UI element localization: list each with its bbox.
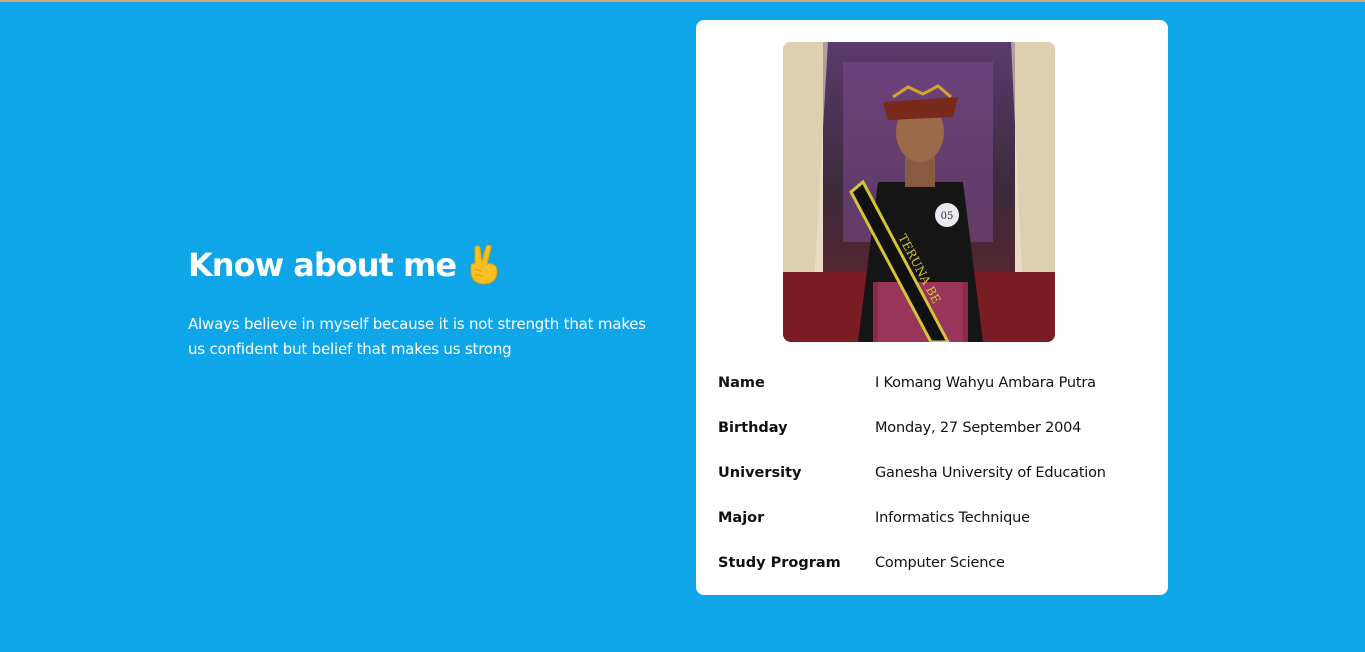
section-title: Know about me [188, 240, 648, 290]
info-label: Birthday [718, 419, 788, 436]
intro-section: Know about me Always believe in myself b… [188, 240, 648, 362]
info-value: I Komang Wahyu Ambara Putra [875, 374, 1096, 391]
photo-badge-number: 05 [941, 211, 954, 222]
info-row-major: Major Informatics Technique [718, 495, 1148, 540]
victory-hand-icon [466, 244, 502, 286]
section-title-text: Know about me [188, 246, 457, 284]
info-row-birthday: Birthday Monday, 27 September 2004 [718, 405, 1148, 450]
profile-info-table: Name I Komang Wahyu Ambara Putra Birthda… [718, 360, 1148, 585]
info-row-study-program: Study Program Computer Science [718, 540, 1148, 585]
info-row-name: Name I Komang Wahyu Ambara Putra [718, 360, 1148, 405]
profile-card: 05 TERUNA BE Name I Komang Wahyu Ambara … [696, 20, 1168, 595]
info-label: Study Program [718, 554, 841, 571]
info-value: Informatics Technique [875, 509, 1030, 526]
info-label: Major [718, 509, 765, 526]
info-value: Monday, 27 September 2004 [875, 419, 1082, 436]
profile-photo: 05 TERUNA BE [783, 42, 1055, 342]
info-value: Computer Science [875, 554, 1005, 571]
info-label: Name [718, 374, 765, 391]
info-label: University [718, 464, 802, 481]
info-value: Ganesha University of Education [875, 464, 1106, 481]
quote-text: Always believe in myself because it is n… [188, 315, 646, 358]
top-border [0, 0, 1365, 2]
info-row-university: University Ganesha University of Educati… [718, 450, 1148, 495]
